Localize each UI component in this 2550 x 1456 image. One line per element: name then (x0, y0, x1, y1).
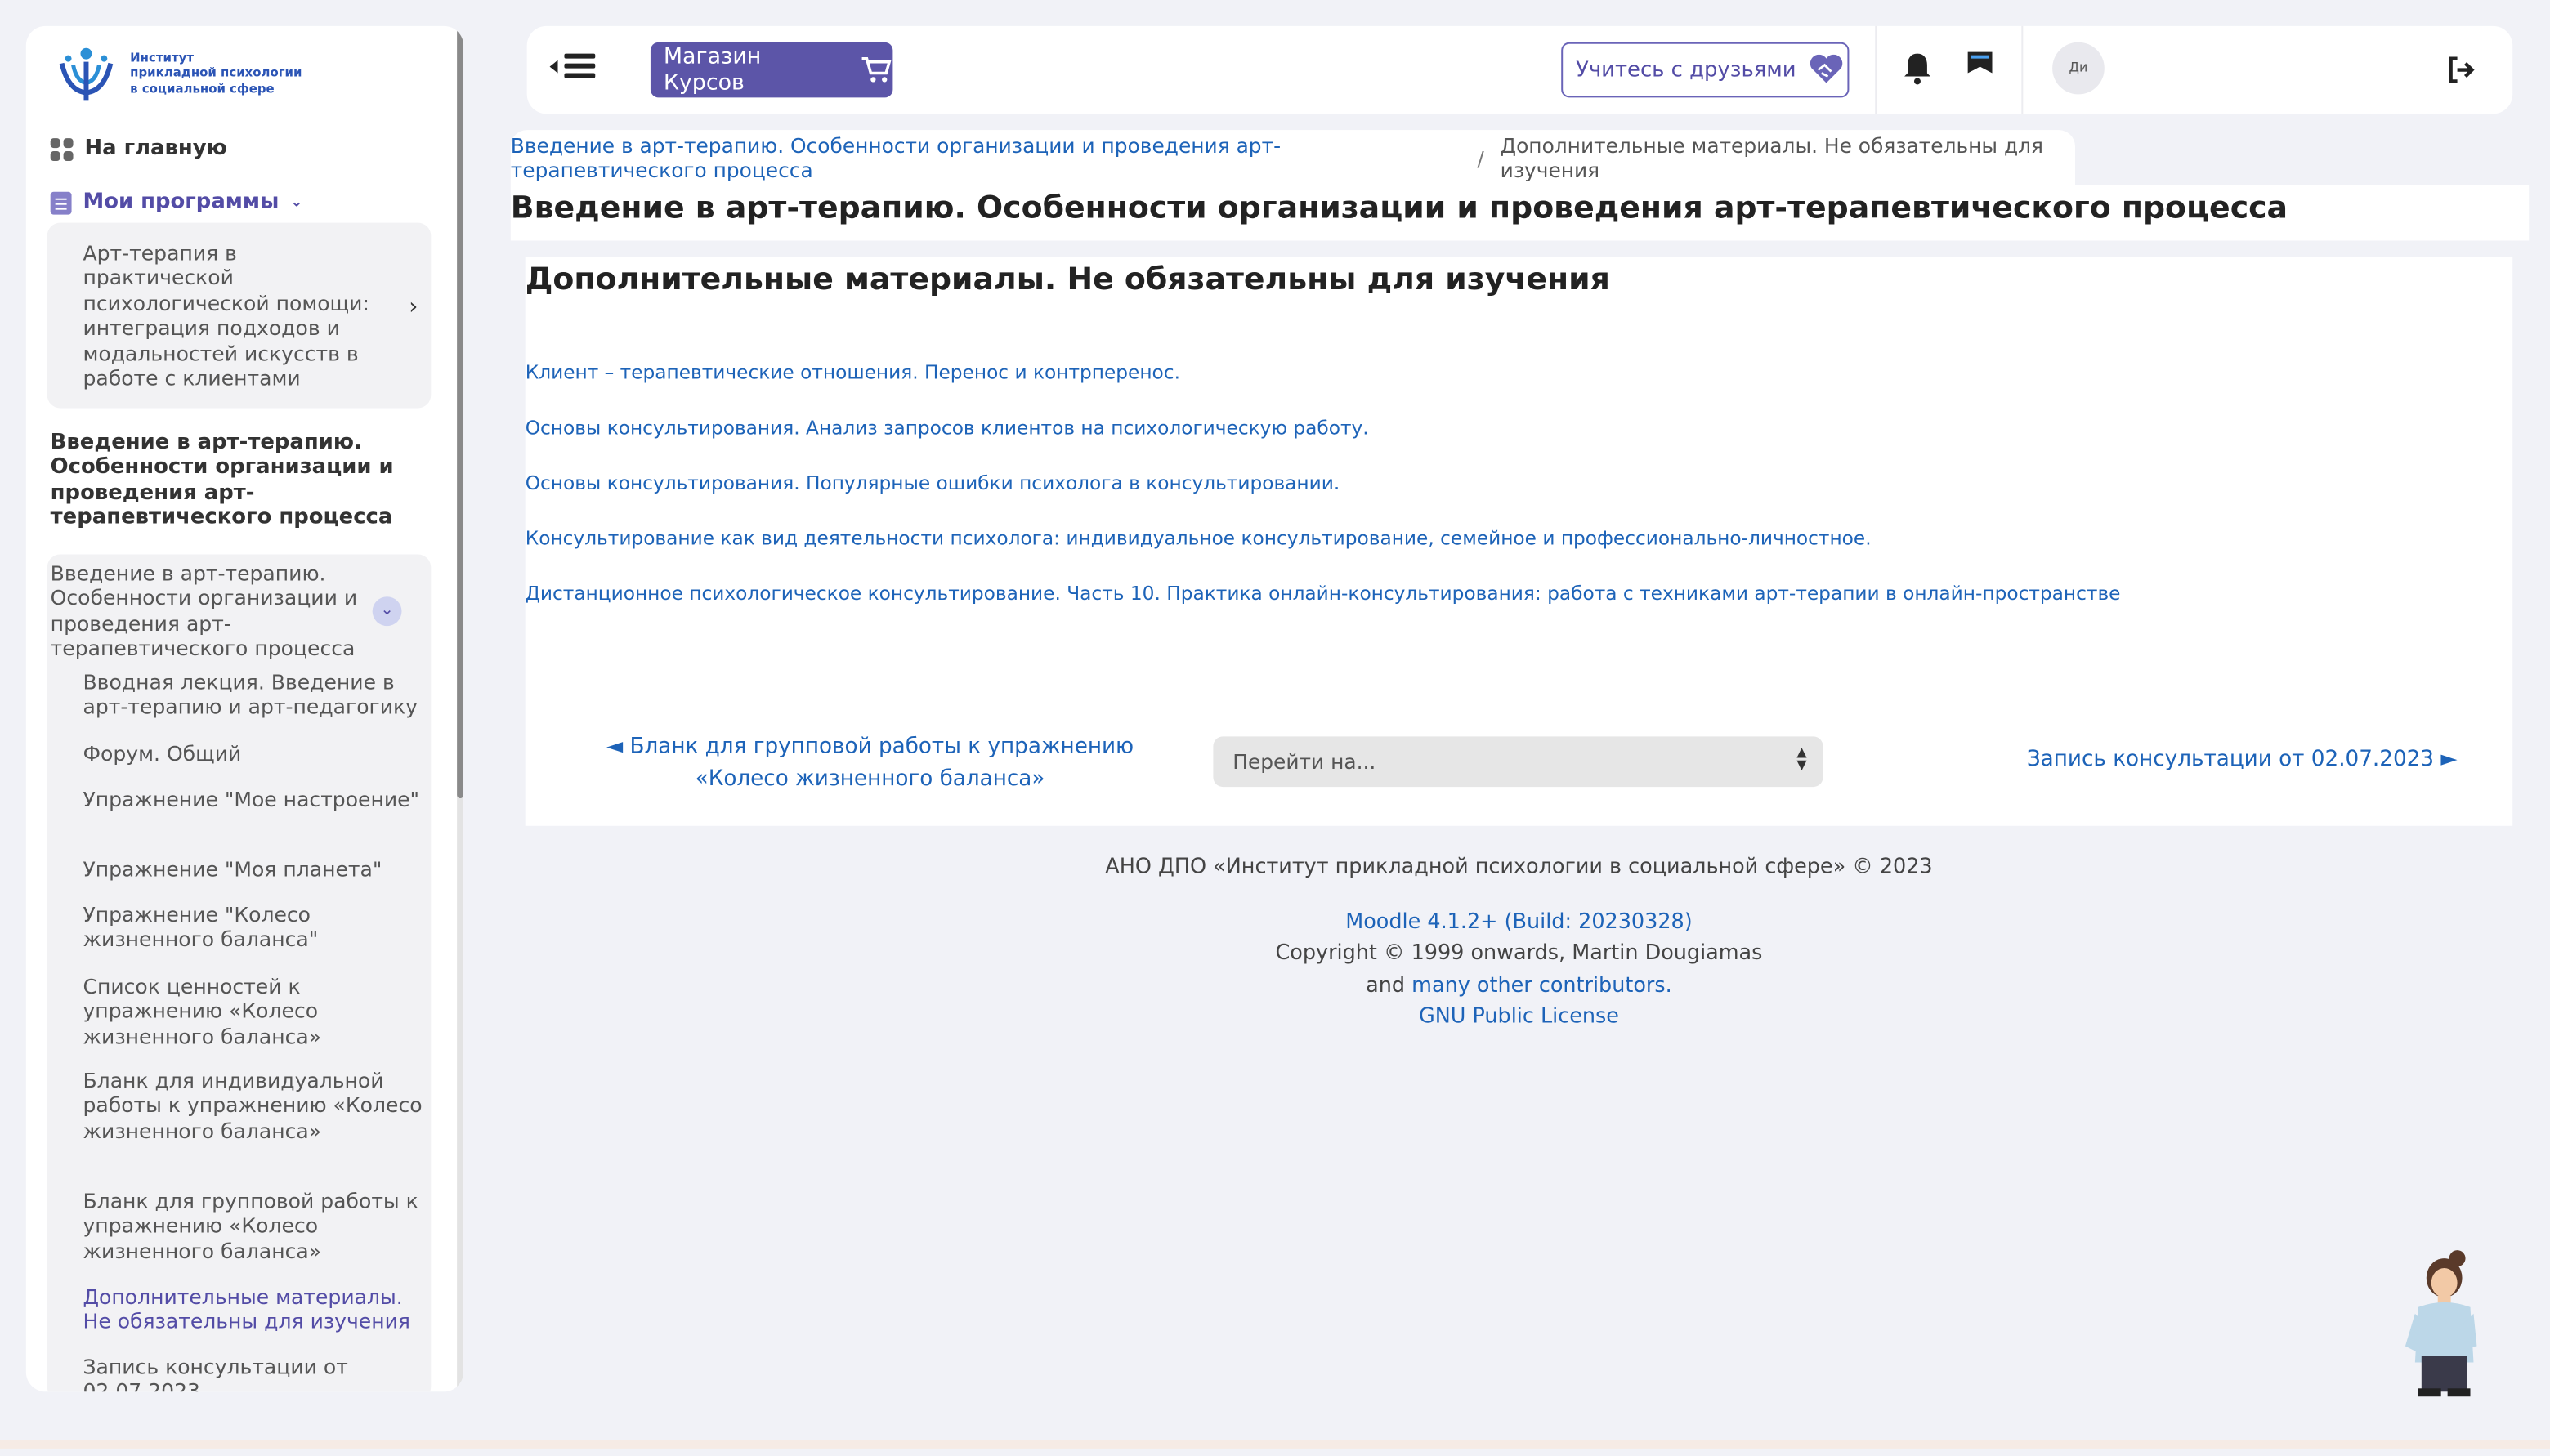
sidebar-activity[interactable]: Бланк для индивидуальной работы к упражн… (83, 1068, 424, 1143)
invite-friends-button[interactable]: Учитесь с друзьями (1561, 42, 1850, 98)
material-link[interactable]: Консультирование как вид деятельности пс… (526, 527, 1872, 550)
handshake-heart-icon (1810, 54, 1844, 83)
sidebar-activity[interactable]: Форум. Общий (83, 741, 424, 766)
logo[interactable]: Институт прикладной психологии в социаль… (56, 42, 302, 105)
material-link[interactable]: Клиент – терапевтические отношения. Пере… (526, 361, 1180, 384)
footer-contributors: and many other contributors. (976, 970, 2062, 1002)
logo-line: прикладной психологии (130, 65, 302, 80)
sidebar-activity[interactable]: Запись консультации от 02.07.2023 (83, 1355, 424, 1392)
chevron-right-icon: › (409, 294, 418, 320)
breadcrumb: Введение в арт-терапию. Особенности орга… (510, 130, 2075, 185)
sidebar-activity[interactable]: Упражнение "Колесо жизненного баланса" (83, 902, 424, 952)
nav-my-programs[interactable]: Мои программы ⌄ (50, 190, 303, 215)
sidebar-activity[interactable]: Упражнение "Мое настроение" (83, 787, 424, 812)
program-item-label: Арт-терапия в практической психологическ… (83, 240, 369, 391)
sidebar-course-title[interactable]: Введение в арт-терапию. Особенности орга… (51, 431, 425, 531)
footer: АНО ДПО «Институт прикладной психологии … (976, 852, 2062, 1034)
drawer-toggle[interactable] (549, 53, 596, 78)
page-course-title: Введение в арт-терапию. Особенности орга… (510, 185, 2530, 241)
footer-org: АНО ДПО «Институт прикладной психологии … (1105, 855, 1933, 880)
section-collapse-icon[interactable]: ⌄ (372, 596, 402, 627)
sidebar-scrollbar[interactable] (457, 25, 464, 798)
material-link[interactable]: Дистанционное психологическое консультир… (526, 582, 2121, 605)
breadcrumb-separator: / (1477, 145, 1484, 170)
logo-icon (59, 47, 114, 101)
sidebar-section: Введение в арт-терапию. Особенности орга… (47, 554, 432, 1392)
dashboard-icon (50, 137, 74, 160)
document-icon (50, 190, 72, 214)
sidebar: Институт прикладной психологии в социаль… (25, 25, 464, 1392)
logo-text: Институт прикладной психологии в социаль… (130, 50, 302, 96)
chevron-down-icon: ⌄ (290, 194, 303, 211)
cart-icon (861, 56, 892, 83)
sidebar-activity[interactable]: Вводная лекция. Введение в арт-терапию и… (83, 670, 424, 720)
moodle-version-link[interactable]: Moodle 4.1.2+ (Build: 20230328) (976, 906, 2062, 938)
jump-to-placeholder: Перейти на... (1232, 749, 1376, 775)
caret-left-icon (549, 59, 558, 73)
sidebar-activity[interactable]: Бланк для групповой работы к упражнению … (83, 1189, 424, 1264)
messages-icon[interactable] (1966, 49, 1994, 83)
footer-copyright: Copyright © 1999 onwards, Martin Dougiam… (1275, 941, 1763, 966)
material-link[interactable]: Основы консультирования. Популярные ошиб… (526, 471, 1340, 494)
footer-and: and (1366, 972, 1406, 998)
bell-icon[interactable] (1903, 52, 1932, 85)
jump-to-select[interactable]: Перейти на... ▲ ▼ (1213, 736, 1823, 788)
breadcrumb-current: Дополнительные материалы. Не обязательны… (1500, 133, 2044, 182)
material-link[interactable]: Основы консультирования. Анализ запросов… (526, 416, 1369, 439)
sidebar-activity[interactable]: Упражнение "Моя планета" (83, 857, 424, 882)
section-title[interactable]: Введение в арт-терапию. Особенности орга… (51, 561, 376, 661)
divider (1875, 25, 1877, 114)
prev-activity-link[interactable]: ◄ Бланк для групповой работы к упражнени… (593, 731, 1147, 797)
assistant-character-icon[interactable] (2399, 1248, 2480, 1398)
user-avatar[interactable]: Ди (2052, 42, 2105, 95)
nav-home[interactable]: На главную (50, 136, 227, 161)
logout-icon[interactable] (2446, 56, 2476, 85)
main-content: Дополнительные материалы. Не обязательны… (525, 257, 2513, 826)
page-title: Дополнительные материалы. Не обязательны… (525, 261, 1610, 298)
breadcrumb-course-link[interactable]: Введение в арт-терапию. Особенности орга… (511, 133, 1461, 182)
shop-button[interactable]: Магазин Курсов (650, 42, 893, 98)
shop-button-label: Магазин Курсов (663, 43, 762, 96)
menu-icon (564, 53, 596, 78)
nav-my-programs-label: Мои программы (83, 190, 280, 215)
select-arrows-icon: ▲ ▼ (1796, 744, 1807, 773)
contributors-link[interactable]: many other contributors. (1411, 973, 1672, 998)
sidebar-activity-current[interactable]: Дополнительные материалы. Не обязательны… (83, 1284, 424, 1334)
sidebar-activity[interactable]: Список ценностей к упражнению «Колесо жи… (83, 974, 424, 1049)
bottom-strip (0, 1440, 2550, 1449)
program-item[interactable]: Арт-терапия в практической психологическ… (47, 222, 432, 409)
next-activity-link[interactable]: Запись консультации от 02.07.2023 ► (2027, 748, 2458, 772)
license-link[interactable]: GNU Public License (976, 1002, 2062, 1034)
invite-friends-label: Учитесь с друзьями (1576, 57, 1796, 83)
logo-line: в социальной сфере (130, 80, 275, 96)
divider (2021, 25, 2024, 114)
logo-line: Институт (130, 50, 194, 65)
nav-home-label: На главную (84, 136, 227, 161)
top-navbar: Магазин Курсов Учитесь с друзьями Ди (526, 25, 2513, 114)
